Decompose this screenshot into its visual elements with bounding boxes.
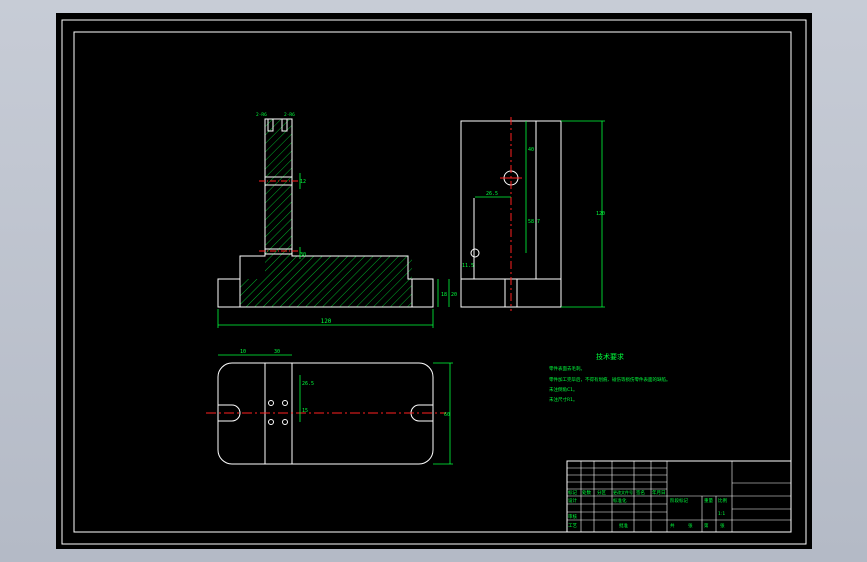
cad-drawing-canvas[interactable]: 120 18 20 12 30 2-R6 2-R6 120 40 26.5 58… <box>56 13 812 549</box>
front-view-dim-width: 120 <box>321 318 332 325</box>
title-block-label-scale: 比例 <box>718 497 727 504</box>
tech-requirements-title: 技术要求 <box>596 352 624 361</box>
title-block-sheet-unit: 张 <box>720 522 725 529</box>
tech-requirements: 技术要求 零件表面去毛刺。 零件加工完毕后，不得有划痕、碰伤等损伤零件表面的缺陷… <box>549 352 671 403</box>
plan-view-dim-height: 60 <box>444 412 450 418</box>
title-block-label-mark: 标记 <box>568 489 577 496</box>
plan-view-dim-left-edge: 10 <box>240 349 246 355</box>
front-view-section-hatch <box>240 119 412 307</box>
front-view-dim-base-total: 20 <box>451 292 457 298</box>
plan-view-dim-hole-spacing: 30 <box>274 349 280 355</box>
title-block-frame <box>566 460 792 533</box>
side-view-small-hole <box>470 248 480 258</box>
title-block[interactable]: 标记 处数 分区 更改文件号 签名 年月日 设计 标准化 审核 工艺 批准 阶段… <box>566 460 792 533</box>
side-view-dim-hole-top-text: 40 <box>528 147 534 153</box>
tech-requirements-line-3: 未注倒角C1。 <box>549 386 578 393</box>
title-block-sheet-total: 共 <box>670 522 675 529</box>
title-block-label-change-doc: 更改文件号 <box>613 489 633 495</box>
tech-requirements-line-2: 零件加工完毕后，不得有划痕、碰伤等损伤零件表面的缺陷。 <box>549 376 671 383</box>
plan-view-dim-vertical-b: 15 <box>302 408 308 414</box>
title-block-label-standardize: 标准化 <box>613 497 627 504</box>
front-view-dim-slot-left: 2-R6 <box>256 112 267 118</box>
front-view-dim-upright-gap: 12 <box>300 179 306 185</box>
title-block-label-process: 工艺 <box>568 523 577 529</box>
side-view-dim-small-hole: 11.5 <box>462 263 474 269</box>
plan-view-hole-4 <box>282 419 288 425</box>
title-block-label-stage: 阶段标记 <box>670 497 688 504</box>
plan-view-hole-1 <box>268 400 274 406</box>
title-block-label-approve: 批准 <box>619 522 628 529</box>
title-block-label-zone: 分区 <box>597 489 606 496</box>
side-view-dim-height: 120 <box>596 211 605 217</box>
front-view-dim-slot-right: 2-R6 <box>284 112 295 118</box>
plan-view-hole-3 <box>268 419 274 425</box>
title-block-sheet-of: 第 <box>704 522 709 529</box>
front-view-dim-base-height: 18 <box>441 292 447 298</box>
tech-requirements-line-4: 未注尺寸R1。 <box>549 396 578 403</box>
front-view[interactable]: 120 18 20 12 30 2-R6 2-R6 <box>217 112 457 328</box>
side-view-dim-offset-b-text: 58.7 <box>528 219 540 225</box>
title-block-scale-value: 1:1 <box>718 511 725 517</box>
drawing-viewport[interactable]: 120 18 20 12 30 2-R6 2-R6 120 40 26.5 58… <box>56 13 812 549</box>
sheet-outer-border <box>61 19 807 545</box>
title-block-label-weight: 重量 <box>704 497 713 504</box>
title-block-label-date: 年月日 <box>652 489 666 496</box>
title-block-label-sign: 签名 <box>636 489 645 496</box>
front-view-dim-upright-lower: 30 <box>300 252 306 258</box>
title-block-sheet-no: 张 <box>688 522 693 529</box>
title-block-label-review: 审核 <box>568 513 577 520</box>
plan-view[interactable]: 10 30 26.5 15 60 <box>206 349 453 465</box>
side-view-dim-offset-a-text: 26.5 <box>486 191 498 197</box>
plan-view-dim-vertical-a: 26.5 <box>302 381 314 387</box>
side-view[interactable]: 120 40 26.5 58.7 11.5 <box>460 117 605 311</box>
plan-view-hole-2 <box>282 400 288 406</box>
tech-requirements-line-1: 零件表面去毛刺。 <box>549 365 585 372</box>
title-block-label-design: 设计 <box>568 497 577 504</box>
title-block-label-count: 处数 <box>582 489 591 496</box>
